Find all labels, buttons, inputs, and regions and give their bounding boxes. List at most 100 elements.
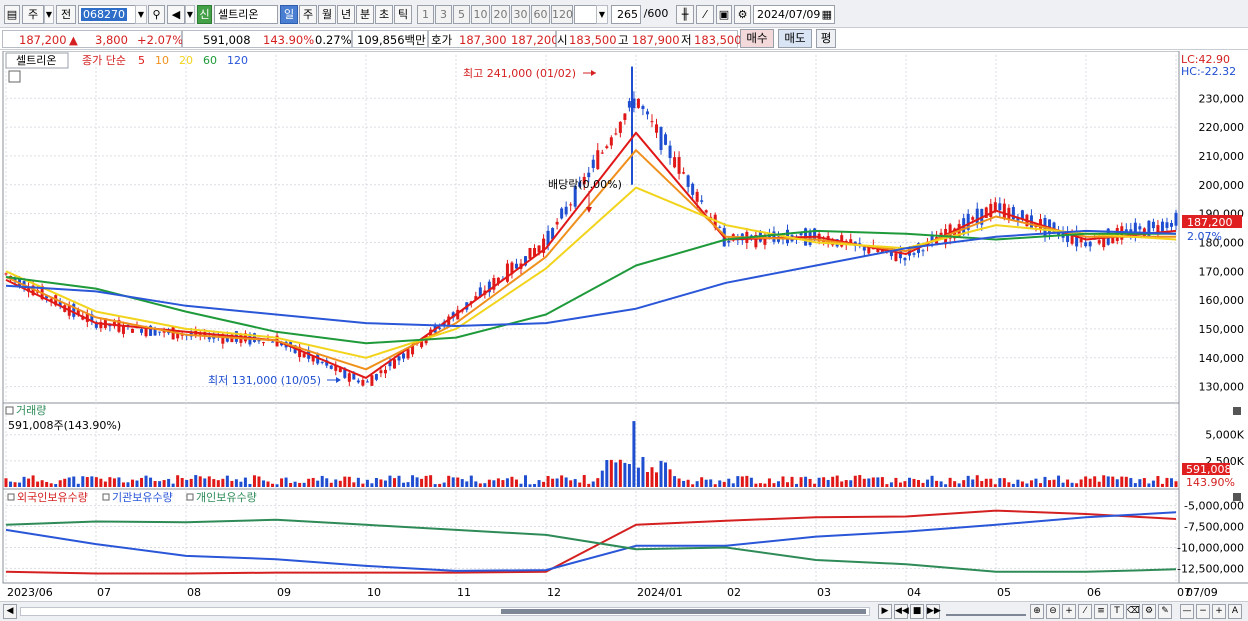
- scroll-right-icon[interactable]: ▶: [878, 604, 892, 619]
- edit-icon[interactable]: ✎: [1158, 604, 1172, 619]
- chevron-down-icon[interactable]: ▼: [185, 5, 195, 24]
- volume-bar: [252, 475, 256, 487]
- period-select[interactable]: 주: [22, 5, 44, 24]
- candle-body: [1169, 222, 1173, 227]
- save-icon[interactable]: ▣: [716, 5, 732, 24]
- volume-bar: [140, 477, 144, 487]
- buy-button[interactable]: 매수: [740, 29, 774, 48]
- sell-button[interactable]: 매도: [778, 29, 812, 48]
- chevron-down-icon[interactable]: ▼: [135, 5, 147, 24]
- minimize-icon[interactable]: —: [1180, 604, 1194, 619]
- volume-bar: [1147, 483, 1151, 487]
- volume-bar: [392, 478, 396, 487]
- volume-panel-icon[interactable]: [5, 406, 14, 415]
- candle-body: [989, 203, 993, 217]
- holdings-tick-label: -10,000,000: [1177, 541, 1244, 554]
- crosshair-icon[interactable]: +: [1062, 604, 1076, 619]
- date-value: 2024/07/09: [757, 8, 821, 21]
- text-tool-icon[interactable]: T: [1110, 604, 1124, 619]
- period-tab-6[interactable]: 틱: [394, 5, 412, 24]
- chart-scrollbar[interactable]: ◀ ▶ ◀◀ ■ ▶▶ ⊕ ⊖ + ⁄ ≡ T ⌫ ⚙ ✎ — − + A: [0, 601, 1248, 621]
- interval-tab-3[interactable]: 3: [435, 5, 452, 24]
- gear-icon[interactable]: ⚙: [734, 5, 751, 24]
- interval-tab-30[interactable]: 30: [511, 5, 530, 24]
- zoom-out-icon[interactable]: ⊖: [1046, 604, 1060, 619]
- search-icon[interactable]: ⚲: [148, 5, 165, 24]
- holdings-legend-box[interactable]: [102, 493, 110, 501]
- chevron-down-icon[interactable]: ▼: [44, 5, 54, 24]
- evaluate-button[interactable]: 평: [816, 29, 836, 48]
- current-price: 187,200: [19, 33, 67, 47]
- zoom-slider[interactable]: [946, 607, 1026, 616]
- volume-bar: [1048, 480, 1052, 487]
- period-tab-0[interactable]: 일: [280, 5, 298, 24]
- volume-bar: [917, 479, 921, 487]
- candle-body: [564, 206, 568, 215]
- x-axis-right-label: 07/09: [1186, 586, 1218, 599]
- period-tab-3[interactable]: 년: [337, 5, 355, 24]
- volume-bar: [469, 475, 473, 487]
- interval-tab-1[interactable]: 1: [417, 5, 434, 24]
- holdings-legend-item: 외국인보유수량: [17, 491, 88, 504]
- date-input[interactable]: 2024/07/09 ▦: [753, 5, 835, 24]
- stop-icon[interactable]: ■: [910, 604, 924, 619]
- period-tab-1[interactable]: 주: [299, 5, 317, 24]
- interval-tab-60[interactable]: 60: [531, 5, 550, 24]
- volume-bar: [9, 481, 13, 487]
- prev-button[interactable]: 전: [56, 5, 76, 24]
- calendar-icon[interactable]: ▦: [822, 6, 832, 23]
- period-tab-4[interactable]: 분: [356, 5, 374, 24]
- candle-body: [514, 263, 518, 269]
- sound-icon[interactable]: ◀: [167, 5, 185, 24]
- interval-tab-10[interactable]: 10: [471, 5, 490, 24]
- volume-bar: [596, 478, 600, 487]
- stock-name-field[interactable]: 셀트리온: [214, 5, 278, 24]
- forward-icon[interactable]: ▶▶: [926, 604, 941, 619]
- chart-canvas[interactable]: 셀트리온 종가 단순 5 10 20 60 120 LC:42.90 HC:-22.32…: [0, 51, 1248, 601]
- volume-bar: [451, 477, 455, 487]
- scroll-thumb[interactable]: [501, 609, 866, 614]
- stock-code-input[interactable]: 068270: [78, 5, 136, 24]
- settings-icon[interactable]: ⚙: [1142, 604, 1156, 619]
- zoom-in-icon[interactable]: ⊕: [1030, 604, 1044, 619]
- scroll-track[interactable]: [20, 607, 870, 616]
- candle-body: [1002, 203, 1006, 219]
- candle-body: [1138, 226, 1142, 230]
- candle-body: [636, 98, 640, 108]
- holdings-legend-box[interactable]: [7, 493, 15, 501]
- period-tab-2[interactable]: 월: [318, 5, 336, 24]
- candle-icon[interactable]: ╫: [676, 5, 694, 24]
- trendline-icon[interactable]: ⁄: [1078, 604, 1092, 619]
- hc-label: HC:-22.32: [1181, 65, 1236, 78]
- table-icon[interactable]: [8, 70, 21, 83]
- fibonacci-icon[interactable]: ≡: [1094, 604, 1108, 619]
- interval-tab-20[interactable]: 20: [491, 5, 510, 24]
- low-annotation: 최저 131,000 (10/05): [208, 374, 321, 387]
- count-input[interactable]: 265: [611, 5, 641, 24]
- holdings-legend-item: 개인보유수량: [196, 491, 257, 504]
- close-icon[interactable]: [1233, 407, 1241, 415]
- interval-tab-120[interactable]: 120: [551, 5, 573, 24]
- stock-chart[interactable]: 셀트리온 종가 단순 5 10 20 60 120 LC:42.90 HC:-22.32…: [0, 51, 1248, 601]
- text-size-icon[interactable]: A: [1228, 604, 1242, 619]
- volume-bar: [343, 476, 347, 487]
- interval-tab-5[interactable]: 5: [453, 5, 470, 24]
- volume-bar: [1106, 476, 1110, 487]
- candle-body: [365, 381, 369, 383]
- candle-body: [347, 373, 351, 382]
- volume-bar: [334, 479, 338, 487]
- minus-icon[interactable]: −: [1196, 604, 1210, 619]
- volume-bar: [546, 475, 550, 487]
- rewind-icon[interactable]: ◀◀: [894, 604, 909, 619]
- drawing-tool-icon[interactable]: ⁄: [696, 5, 714, 24]
- window-menu-icon[interactable]: ▤: [4, 5, 20, 24]
- chevron-down-icon[interactable]: ▼: [596, 5, 608, 24]
- period-tab-5[interactable]: 초: [375, 5, 393, 24]
- plus-icon[interactable]: +: [1212, 604, 1226, 619]
- volume-bar: [1133, 483, 1137, 487]
- volume-bar: [492, 480, 496, 487]
- holdings-legend-box[interactable]: [186, 493, 194, 501]
- eraser-icon[interactable]: ⌫: [1126, 604, 1140, 619]
- candle-body: [655, 124, 659, 133]
- scroll-left-icon[interactable]: ◀: [3, 604, 17, 619]
